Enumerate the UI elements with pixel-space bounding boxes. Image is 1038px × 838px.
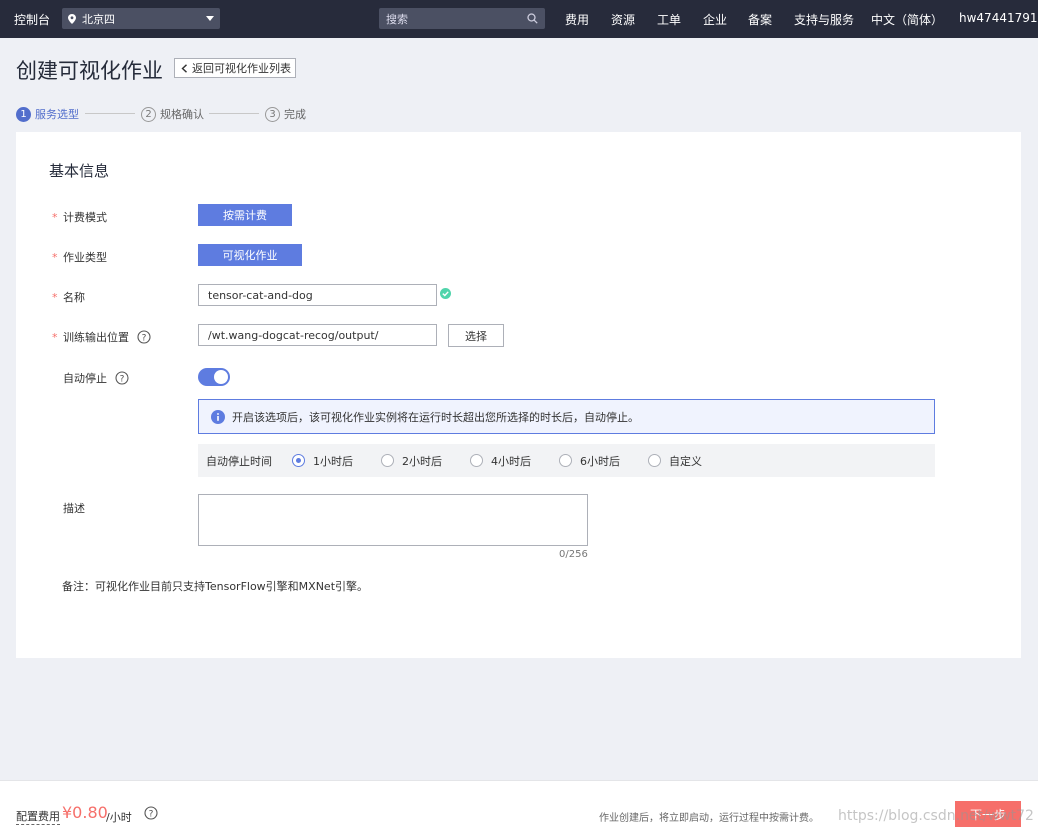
billing-mode-on-demand-button[interactable]: 按需计费 xyxy=(198,204,292,226)
search-icon[interactable] xyxy=(527,13,538,24)
config-fee-unit: /小时 xyxy=(106,811,132,824)
svg-text:?: ? xyxy=(142,333,147,343)
nav-tickets[interactable]: 工单 xyxy=(657,11,681,28)
radio-2-hours[interactable]: 2小时后 xyxy=(381,453,442,469)
help-icon[interactable]: ? xyxy=(144,806,158,820)
step-label: 规格确认 xyxy=(160,108,204,121)
auto-stop-label: 自动停止 ? xyxy=(63,370,129,386)
nav-filing[interactable]: 备案 xyxy=(748,11,772,28)
job-type-text: 作业类型 xyxy=(63,251,107,264)
billing-footnote: 作业创建后，将立即启动，运行过程中按需计费。 xyxy=(599,813,819,824)
toggle-knob xyxy=(214,370,228,384)
job-type-visualization-button[interactable]: 可视化作业 xyxy=(198,244,302,266)
auto-stop-toggle[interactable] xyxy=(198,368,230,386)
step-number: 2 xyxy=(141,106,156,122)
description-textarea[interactable] xyxy=(198,494,588,546)
console-link[interactable]: 控制台 xyxy=(14,11,50,28)
radio-1-hour[interactable]: 1小时后 xyxy=(292,453,353,469)
billing-mode-label: * 计费模式 xyxy=(52,209,107,225)
engine-support-note: 备注：可视化作业目前只支持TensorFlow引擎和MXNet引擎。 xyxy=(62,580,369,593)
location-pin-icon xyxy=(68,13,76,24)
radio-dot[interactable] xyxy=(648,454,661,467)
job-type-label: * 作业类型 xyxy=(52,249,107,265)
radio-label: 6小时后 xyxy=(580,454,620,468)
watermark-text: https://blog.csdn.net/wwt72 xyxy=(838,808,1034,824)
step-spec-confirm: 2 规格确认 xyxy=(141,106,204,122)
name-label: * 名称 xyxy=(52,289,85,305)
auto-stop-info-banner: 开启该选项后，该可视化作业实例将在运行时长超出您所选择的时长后，自动停止。 xyxy=(198,399,935,434)
description-label: 描述 xyxy=(63,500,85,516)
required-mark: * xyxy=(52,290,58,304)
step-complete: 3 完成 xyxy=(265,106,306,122)
description-char-counter: 0/256 xyxy=(559,549,588,560)
step-number: 1 xyxy=(16,106,31,122)
step-connector xyxy=(209,113,259,114)
svg-text:?: ? xyxy=(149,809,154,819)
required-mark: * xyxy=(52,250,58,264)
output-location-text: 训练输出位置 xyxy=(63,331,129,344)
check-circle-icon xyxy=(440,288,451,299)
region-selector[interactable]: 北京四 xyxy=(62,8,220,29)
nav-enterprise[interactable]: 企业 xyxy=(703,11,727,28)
name-text: 名称 xyxy=(63,291,85,304)
nav-support[interactable]: 支持与服务 xyxy=(794,11,854,28)
chevron-left-icon xyxy=(181,63,187,73)
region-name: 北京四 xyxy=(82,12,115,26)
config-fee-label[interactable]: 配置费用 xyxy=(16,808,60,825)
step-service-selection: 1 服务选型 xyxy=(16,106,79,122)
nav-fees[interactable]: 费用 xyxy=(565,11,589,28)
svg-text:?: ? xyxy=(120,374,125,384)
top-nav-bar: 控制台 北京四 搜索 费用 资源 工单 企业 备案 支持与服务 中文（简体） h… xyxy=(0,0,1038,38)
radio-dot[interactable] xyxy=(292,454,305,467)
back-to-list-button[interactable]: 返回可视化作业列表 xyxy=(174,58,296,78)
nav-user-account[interactable]: hw47441791 xyxy=(959,11,1038,25)
step-label: 完成 xyxy=(284,108,306,121)
radio-label: 1小时后 xyxy=(313,454,353,468)
back-button-label: 返回可视化作业列表 xyxy=(192,62,291,75)
radio-6-hours[interactable]: 6小时后 xyxy=(559,453,620,469)
search-input[interactable]: 搜索 xyxy=(386,11,527,27)
step-connector xyxy=(85,113,135,114)
auto-stop-time-group: 自动停止时间 1小时后 2小时后 4小时后 6小时后 自定义 xyxy=(198,444,935,477)
output-location-input[interactable]: /wt.wang-dogcat-recog/output/ xyxy=(198,324,437,346)
help-icon[interactable]: ? xyxy=(115,371,129,385)
step-number: 3 xyxy=(265,106,280,122)
chevron-down-icon xyxy=(206,16,214,21)
description-text: 描述 xyxy=(63,502,85,515)
required-mark: * xyxy=(52,210,58,224)
radio-4-hours[interactable]: 4小时后 xyxy=(470,453,531,469)
info-icon xyxy=(211,409,225,424)
nav-resources[interactable]: 资源 xyxy=(611,11,635,28)
help-icon[interactable]: ? xyxy=(137,330,151,344)
nav-language[interactable]: 中文（简体） xyxy=(871,11,943,28)
radio-label: 2小时后 xyxy=(402,454,442,468)
auto-stop-text: 自动停止 xyxy=(63,372,107,385)
billing-mode-text: 计费模式 xyxy=(63,211,107,224)
config-fee-value: ¥0.80 xyxy=(62,803,108,822)
page-title: 创建可视化作业 xyxy=(16,59,163,83)
radio-dot[interactable] xyxy=(381,454,394,467)
name-input[interactable]: tensor-cat-and-dog xyxy=(198,284,437,306)
auto-stop-time-label: 自动停止时间 xyxy=(206,454,272,468)
info-text: 开启该选项后，该可视化作业实例将在运行时长超出您所选择的时长后，自动停止。 xyxy=(232,410,639,424)
choose-output-button[interactable]: 选择 xyxy=(448,324,504,347)
radio-label: 自定义 xyxy=(669,454,702,468)
step-label: 服务选型 xyxy=(35,108,79,121)
radio-dot[interactable] xyxy=(559,454,572,467)
radio-label: 4小时后 xyxy=(491,454,531,468)
required-mark: * xyxy=(52,330,58,344)
radio-custom[interactable]: 自定义 xyxy=(648,453,702,469)
output-location-label: * 训练输出位置 ? xyxy=(52,329,151,345)
section-title: 基本信息 xyxy=(49,162,110,180)
radio-dot[interactable] xyxy=(470,454,483,467)
search-box[interactable]: 搜索 xyxy=(379,8,545,29)
